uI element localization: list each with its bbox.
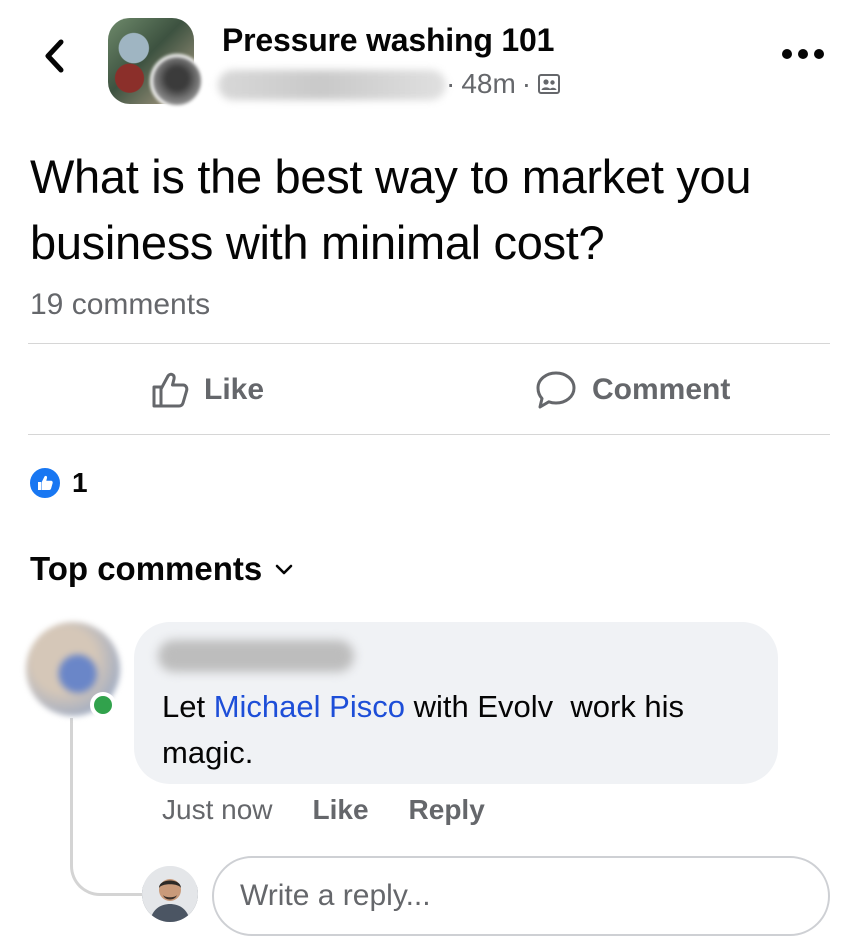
poster-name-redacted[interactable]: [218, 70, 446, 100]
comment-actions: Just now Like Reply: [162, 794, 485, 826]
reply-input[interactable]: [212, 856, 830, 936]
divider-top: [28, 343, 830, 344]
post-time[interactable]: 48m: [461, 68, 515, 100]
comment-reply-button[interactable]: Reply: [409, 794, 485, 826]
more-dots-icon: [782, 49, 824, 59]
user-portrait-icon: [142, 866, 198, 922]
meta-separator-2: ·: [521, 68, 532, 99]
comment-sort-label: Top comments: [30, 550, 263, 587]
more-options-button[interactable]: [776, 36, 830, 72]
chevron-left-icon: [45, 39, 64, 73]
comment-button[interactable]: Comment: [534, 352, 730, 428]
comment-text-before: Let: [162, 689, 214, 724]
thumbs-up-icon: [152, 372, 189, 408]
group-name[interactable]: Pressure washing 101: [222, 22, 554, 59]
back-button[interactable]: [34, 34, 74, 78]
divider-bottom: [28, 434, 830, 435]
comment-count[interactable]: 19 comments: [30, 288, 210, 322]
comment-text: Let Michael Pisco with Evolv work his ma…: [162, 684, 762, 776]
like-button[interactable]: Like: [150, 352, 264, 428]
like-label: Like: [204, 373, 265, 406]
comment-bubble-icon: [536, 371, 576, 409]
comment-sort-dropdown[interactable]: Top comments: [30, 550, 294, 588]
reaction-count: 1: [72, 467, 88, 498]
group-members-icon: [538, 74, 561, 94]
comment-label: Comment: [592, 373, 731, 406]
comment-like-button[interactable]: Like: [313, 794, 369, 826]
current-user-avatar: [142, 866, 198, 922]
post-text: What is the best way to market you busin…: [30, 150, 752, 269]
poster-avatar[interactable]: [150, 54, 204, 108]
chevron-down-icon: [275, 564, 293, 575]
post-meta: · 48m ·: [446, 68, 561, 100]
online-status-dot: [90, 692, 116, 718]
commenter-name-redacted[interactable]: [158, 640, 354, 672]
comment-timestamp: Just now: [162, 794, 273, 825]
like-reaction-icon: [28, 466, 62, 500]
mention-link[interactable]: Michael Pisco: [214, 689, 405, 724]
meta-separator: ·: [446, 68, 456, 99]
reaction-summary[interactable]: 1: [28, 466, 88, 500]
